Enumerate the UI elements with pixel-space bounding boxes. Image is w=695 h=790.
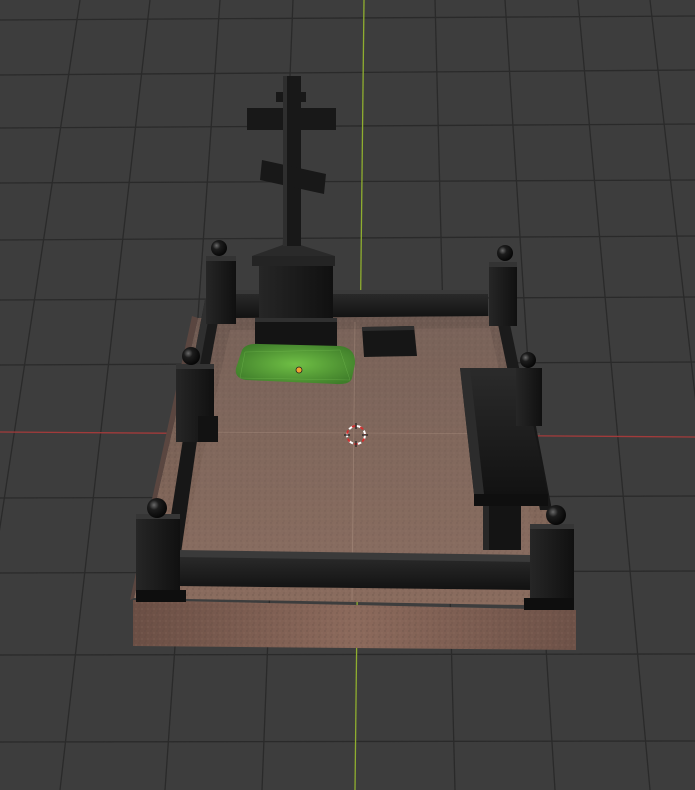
corner-post-back-right: [489, 245, 517, 326]
orthodox-cross: [247, 76, 336, 246]
floor-plaque: [362, 326, 417, 357]
grave-monument-model[interactable]: [130, 76, 576, 650]
viewport-canvas[interactable]: [0, 0, 695, 790]
object-origin-dot[interactable]: [295, 366, 303, 374]
corner-post-back-left: [206, 240, 236, 324]
stele: [252, 242, 337, 346]
3d-viewport[interactable]: [0, 0, 695, 790]
